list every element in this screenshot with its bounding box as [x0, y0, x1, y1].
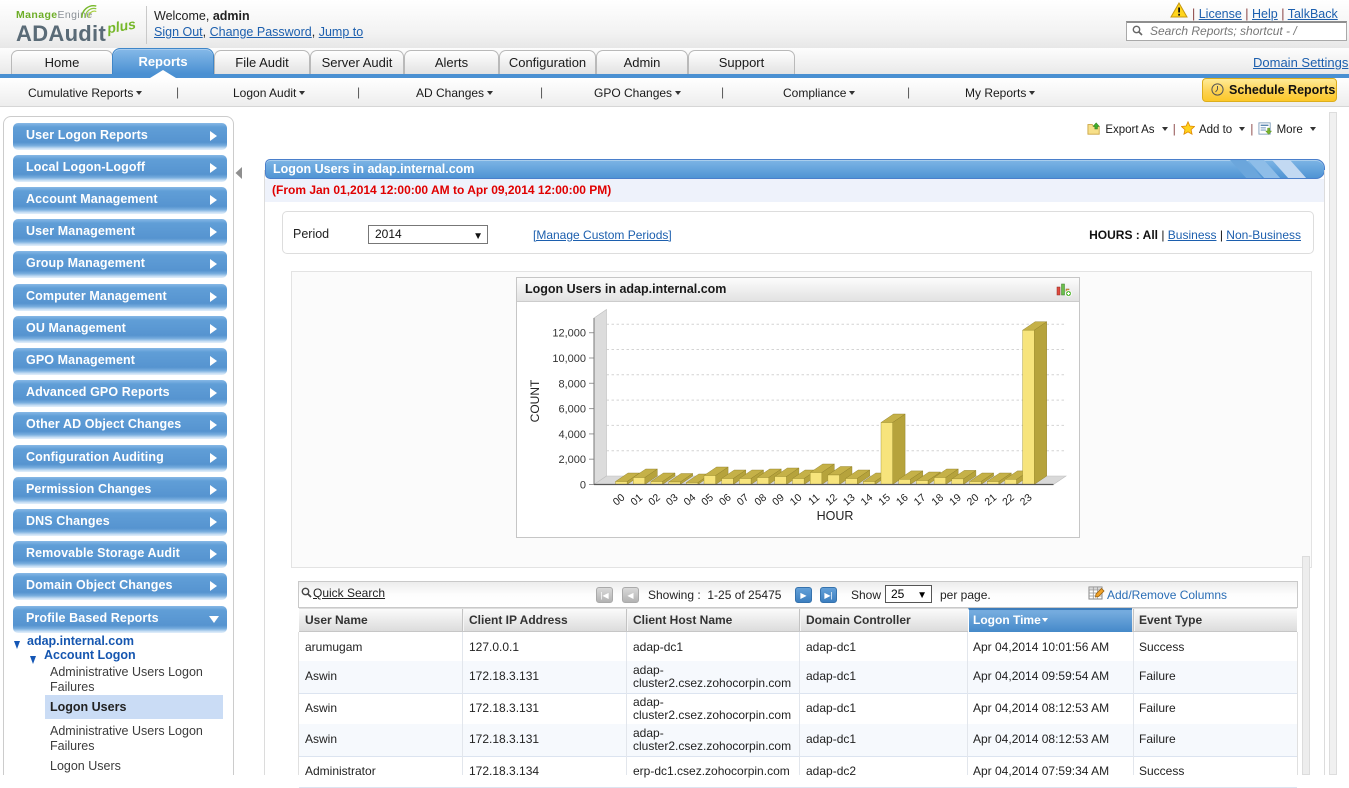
svg-text:06: 06: [717, 492, 734, 509]
svg-text:23: 23: [1018, 492, 1035, 509]
svg-text:12: 12: [823, 492, 840, 509]
svg-text:07: 07: [735, 492, 752, 509]
svg-text:8,000: 8,000: [558, 378, 586, 390]
svg-text:14: 14: [859, 492, 876, 509]
svg-text:20: 20: [965, 492, 982, 509]
svg-text:10,000: 10,000: [552, 353, 586, 365]
svg-text:02: 02: [646, 492, 663, 509]
svg-text:10: 10: [788, 492, 805, 509]
svg-text:01: 01: [628, 492, 645, 509]
svg-text:18: 18: [929, 492, 946, 509]
svg-text:03: 03: [664, 492, 681, 509]
svg-text:4,000: 4,000: [558, 429, 586, 441]
svg-text:05: 05: [699, 492, 716, 509]
svg-text:0: 0: [580, 480, 586, 492]
svg-text:22: 22: [1000, 492, 1017, 509]
svg-text:08: 08: [752, 492, 769, 509]
svg-text:15: 15: [876, 492, 893, 509]
svg-text:COUNT: COUNT: [528, 379, 542, 422]
svg-text:09: 09: [770, 492, 787, 509]
svg-text:6,000: 6,000: [558, 404, 586, 416]
svg-text:2,000: 2,000: [558, 454, 586, 466]
svg-text:11: 11: [806, 492, 822, 508]
svg-text:17: 17: [912, 492, 929, 509]
svg-text:04: 04: [682, 492, 699, 509]
svg-text:21: 21: [982, 492, 999, 509]
svg-text:12,000: 12,000: [552, 328, 586, 340]
svg-text:19: 19: [947, 492, 964, 509]
svg-text:13: 13: [841, 492, 858, 509]
svg-text:00: 00: [611, 492, 628, 509]
svg-text:16: 16: [894, 492, 911, 509]
svg-text:HOUR: HOUR: [817, 509, 854, 523]
